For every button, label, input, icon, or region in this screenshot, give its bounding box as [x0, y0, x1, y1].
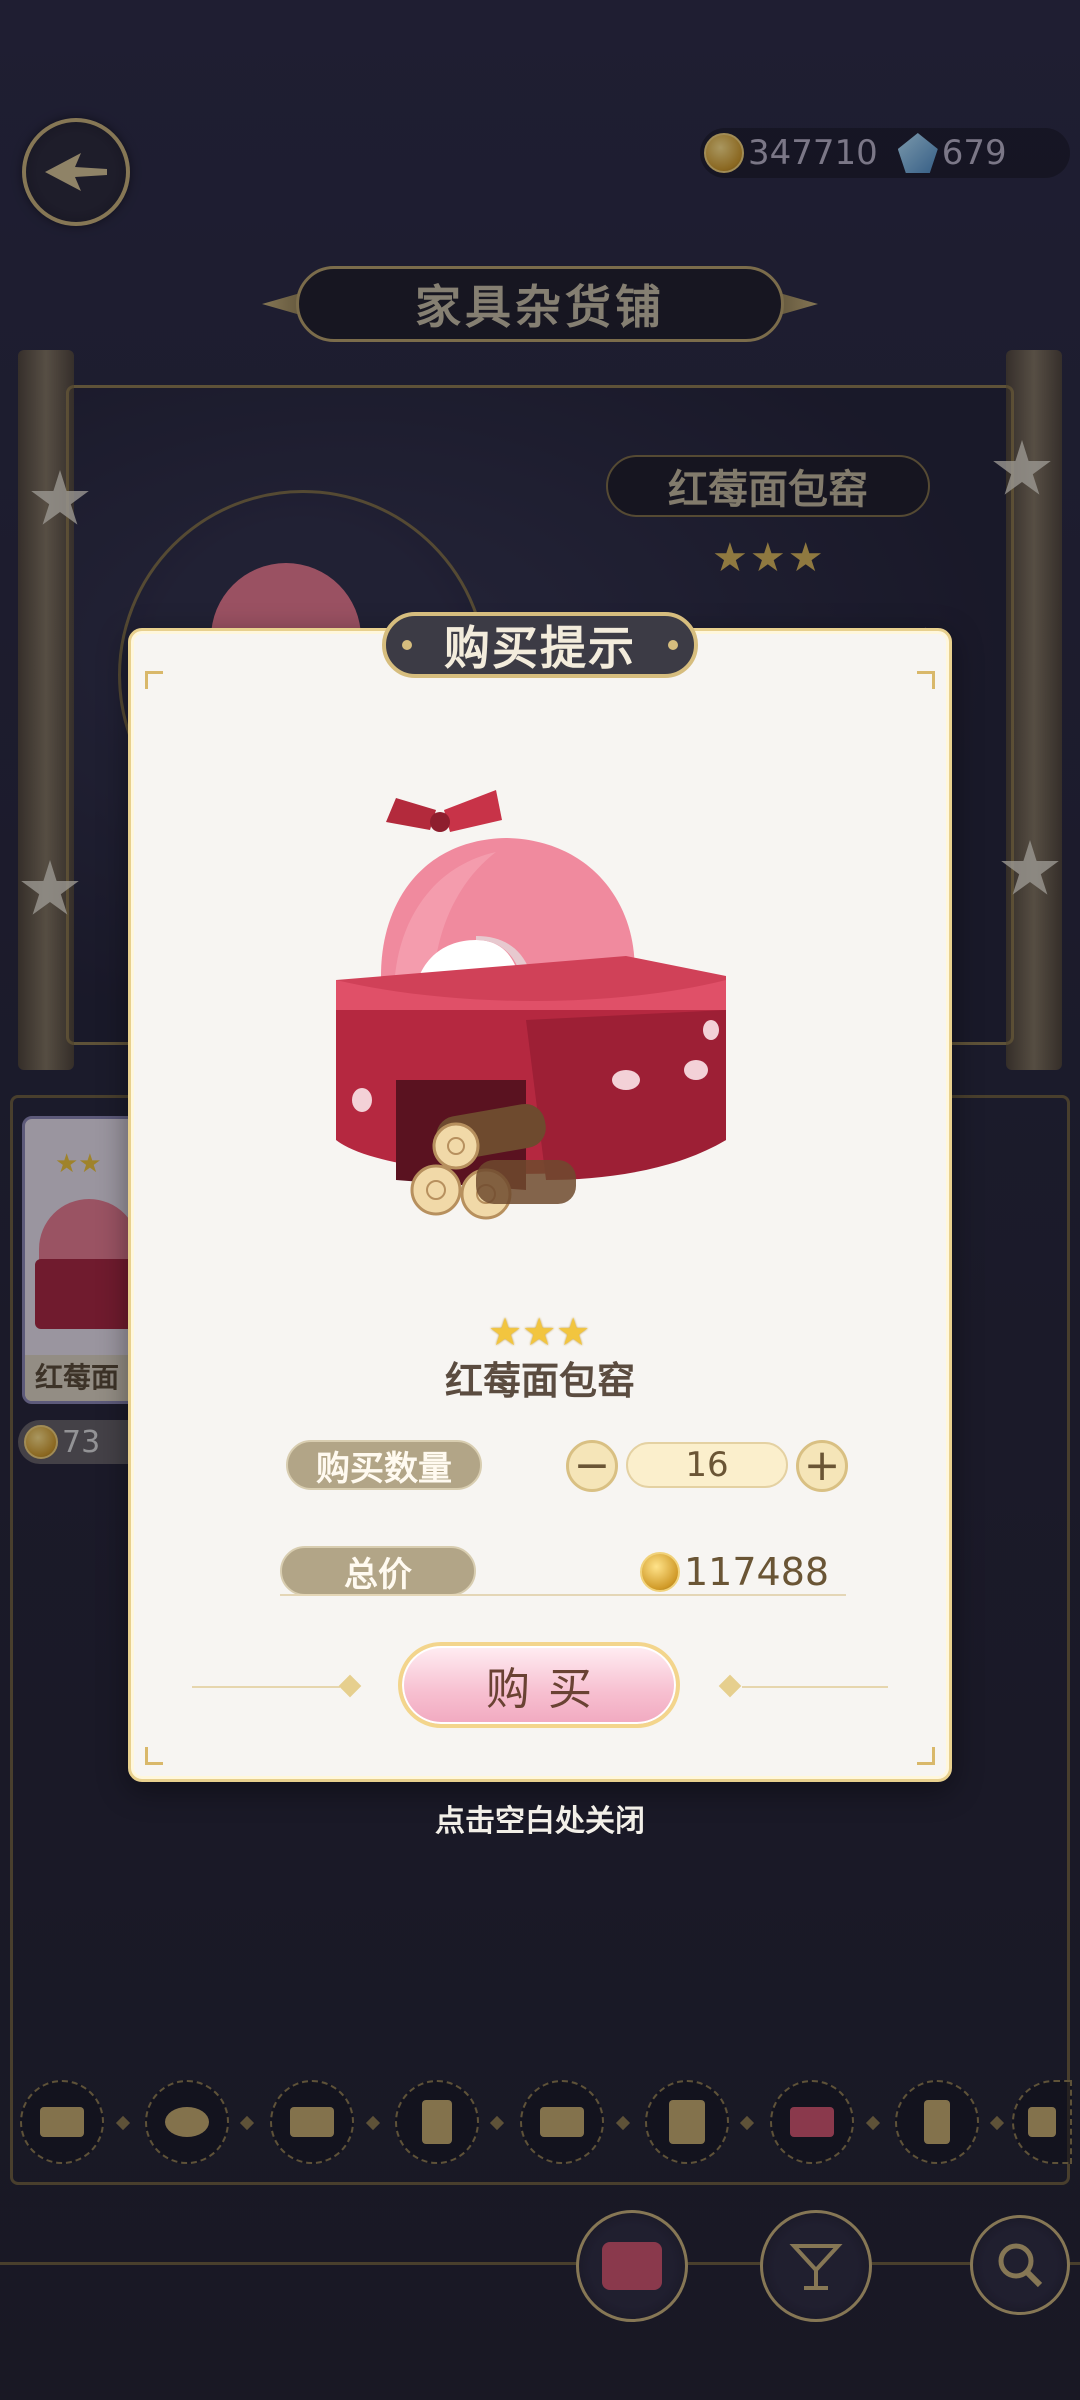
deco-line	[742, 1686, 888, 1688]
quantity-decrease-button[interactable]: −	[566, 1440, 618, 1492]
plus-icon: +	[803, 1440, 841, 1491]
strawberry-oven-image	[336, 790, 726, 1220]
quantity-increase-button[interactable]: +	[796, 1440, 848, 1492]
dialog-title-text: 购买提示	[444, 621, 636, 675]
title-dot	[402, 640, 412, 650]
corner-ornament	[917, 1747, 935, 1765]
title-dot	[668, 640, 678, 650]
close-hint: 点击空白处关闭	[435, 1804, 645, 1839]
dialog-title: 购买提示	[382, 612, 698, 678]
total-label: 总价	[280, 1546, 476, 1596]
coin-icon	[640, 1552, 680, 1592]
price-underline	[280, 1594, 846, 1596]
buy-button[interactable]: 购买	[398, 1642, 680, 1728]
item-name: 红莓面包窑	[444, 1359, 635, 1403]
minus-icon: −	[573, 1440, 611, 1491]
corner-ornament	[917, 671, 935, 689]
total-price-value: 117488	[684, 1550, 830, 1594]
corner-ornament	[145, 1747, 163, 1765]
quantity-value[interactable]: 16	[626, 1442, 788, 1488]
quantity-label: 购买数量	[286, 1440, 482, 1490]
item-rarity-stars: ★★★	[488, 1310, 591, 1354]
deco-line	[192, 1686, 340, 1688]
corner-ornament	[145, 671, 163, 689]
total-price: 117488	[640, 1548, 846, 1596]
